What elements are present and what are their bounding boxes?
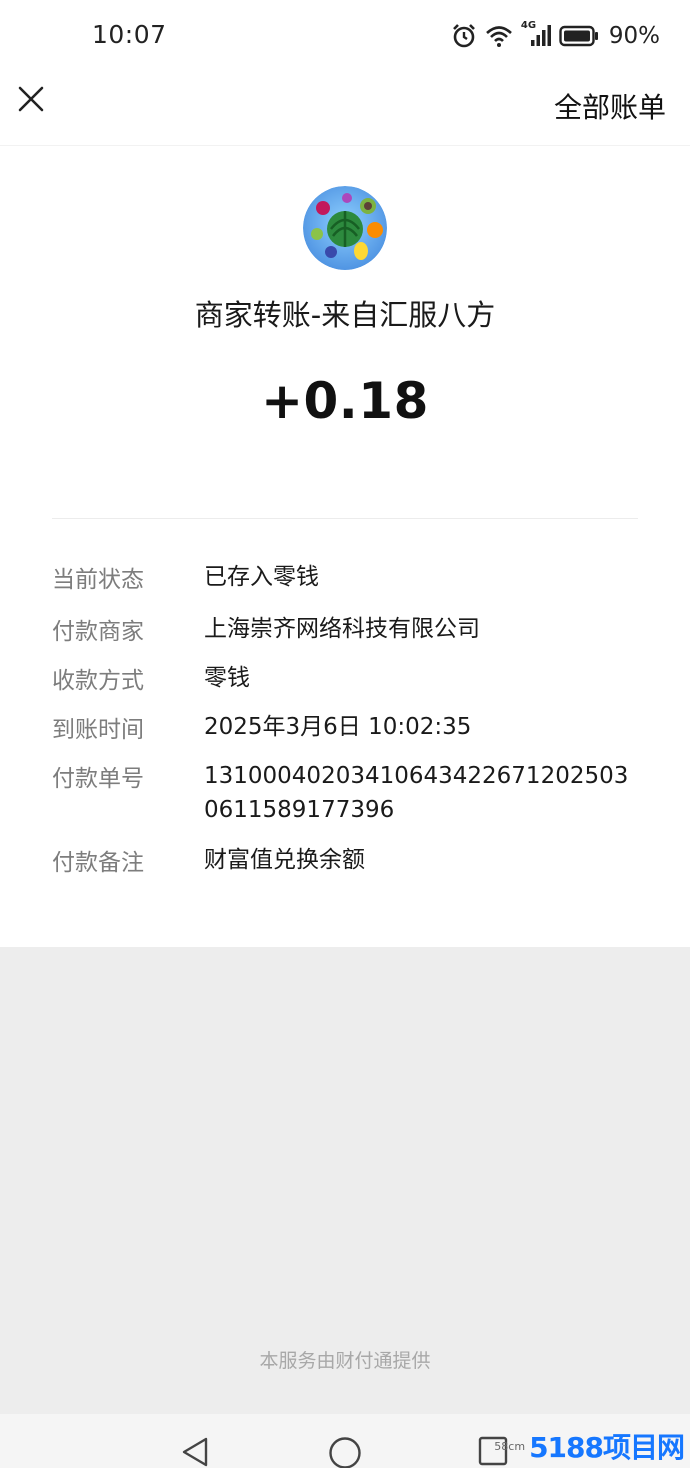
status-icons: 4G 90% <box>451 20 660 52</box>
detail-label: 当前状态 <box>52 567 144 593</box>
section-divider <box>52 518 638 519</box>
home-circle-icon <box>328 1436 362 1468</box>
merchant-title: 商家转账-来自汇服八方 <box>194 298 496 332</box>
detail-value: 上海崇齐网络科技有限公司 <box>204 616 480 642</box>
detail-label: 付款备注 <box>52 850 144 876</box>
merchant-avatar <box>303 186 387 270</box>
detail-value: 已存入零钱 <box>204 564 319 590</box>
header: 全部账单 <box>0 72 690 146</box>
detail-label: 到账时间 <box>52 717 144 743</box>
signal-icon: 4G <box>521 20 551 50</box>
detail-label: 收款方式 <box>52 668 144 694</box>
header-divider <box>0 145 690 146</box>
close-button[interactable] <box>14 84 48 118</box>
status-bar: 10:07 4G 90% <box>0 0 690 72</box>
detail-value: 零钱 <box>204 665 250 691</box>
close-icon <box>17 85 45 117</box>
detail-label: 付款商家 <box>52 619 144 645</box>
battery-percent: 90% <box>608 23 660 49</box>
detail-value: 财富值兑换余额 <box>204 847 365 873</box>
watermark-brand: 5188项目网 <box>529 1431 685 1464</box>
detail-value[interactable]: 1310004020341064342267120250306115891773… <box>204 759 640 827</box>
fruit-game-avatar <box>303 186 387 270</box>
back-triangle-icon <box>180 1436 210 1468</box>
back-button[interactable] <box>180 1436 210 1468</box>
watermark-small-text: 58cm <box>494 1439 526 1453</box>
detail-label: 付款单号 <box>52 766 144 792</box>
transfer-amount: +0.18 <box>261 372 429 430</box>
all-bills-link[interactable]: 全部账单 <box>554 86 666 126</box>
service-provider-note: 本服务由财付通提供 <box>259 1350 431 1372</box>
wifi-icon <box>485 24 513 48</box>
detail-value: 2025年3月6日 10:02:35 <box>204 714 472 740</box>
status-time: 10:07 <box>92 20 167 49</box>
alarm-icon <box>451 23 477 49</box>
home-button[interactable] <box>328 1436 362 1468</box>
watermark: 58cm 5188项目网 <box>494 1428 685 1464</box>
battery-icon <box>559 25 599 47</box>
